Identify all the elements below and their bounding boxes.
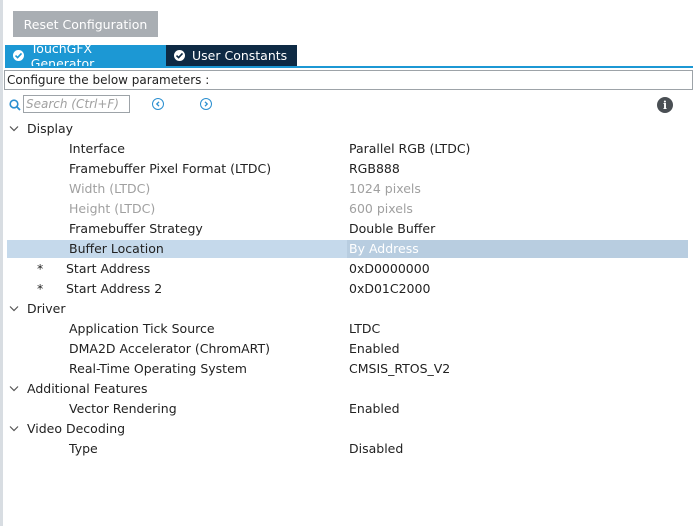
- param-row[interactable]: * Start Address 0xD0000000: [0, 259, 695, 279]
- config-header: Configure the below parameters :: [4, 70, 693, 90]
- category-video-decoding[interactable]: Video Decoding: [0, 419, 695, 439]
- check-circle-icon: [174, 50, 185, 61]
- parameter-tree: Display Interface Parallel RGB (LTDC) Fr…: [0, 119, 695, 459]
- tab-underline: [5, 66, 693, 68]
- chevron-down-icon: [9, 426, 19, 432]
- param-row[interactable]: Type Disabled: [0, 439, 695, 459]
- chevron-down-icon: [9, 386, 19, 392]
- chevron-down-icon: [9, 126, 19, 132]
- param-row[interactable]: * Start Address 2 0xD01C2000: [0, 279, 695, 299]
- param-row[interactable]: Interface Parallel RGB (LTDC): [0, 139, 695, 159]
- param-row[interactable]: DMA2D Accelerator (ChromART) Enabled: [0, 339, 695, 359]
- param-row: Height (LTDC) 600 pixels: [69, 201, 413, 216]
- param-row: Width (LTDC) 1024 pixels: [69, 181, 421, 196]
- category-display[interactable]: Display: [0, 119, 695, 139]
- search-icon: [9, 99, 21, 111]
- chevron-down-icon: [9, 306, 19, 312]
- tab-label: User Constants: [192, 48, 288, 63]
- param-row[interactable]: Framebuffer Strategy Double Buffer: [0, 219, 695, 239]
- param-row[interactable]: Framebuffer Pixel Format (LTDC) RGB888: [0, 159, 695, 179]
- search-input[interactable]: [23, 95, 130, 113]
- required-marker: *: [37, 261, 44, 276]
- param-row-selected[interactable]: Buffer Location By Address: [0, 239, 695, 259]
- next-icon[interactable]: [200, 98, 212, 110]
- info-icon[interactable]: i: [657, 97, 673, 113]
- reset-configuration-button[interactable]: Reset Configuration: [13, 11, 158, 37]
- prev-icon[interactable]: [152, 98, 164, 110]
- required-marker: *: [37, 281, 44, 296]
- check-circle-icon: [13, 50, 24, 61]
- tab-touchgfx-generator[interactable]: TouchGFX Generator: [5, 41, 166, 71]
- param-row[interactable]: Vector Rendering Enabled: [0, 399, 695, 419]
- tab-user-constants[interactable]: User Constants: [166, 45, 297, 66]
- category-additional-features[interactable]: Additional Features: [0, 379, 695, 399]
- tab-bar: TouchGFX Generator User Constants: [5, 41, 297, 71]
- param-row[interactable]: Real-Time Operating System CMSIS_RTOS_V2: [0, 359, 695, 379]
- param-row[interactable]: Application Tick Source LTDC: [0, 319, 695, 339]
- category-driver[interactable]: Driver: [0, 299, 695, 319]
